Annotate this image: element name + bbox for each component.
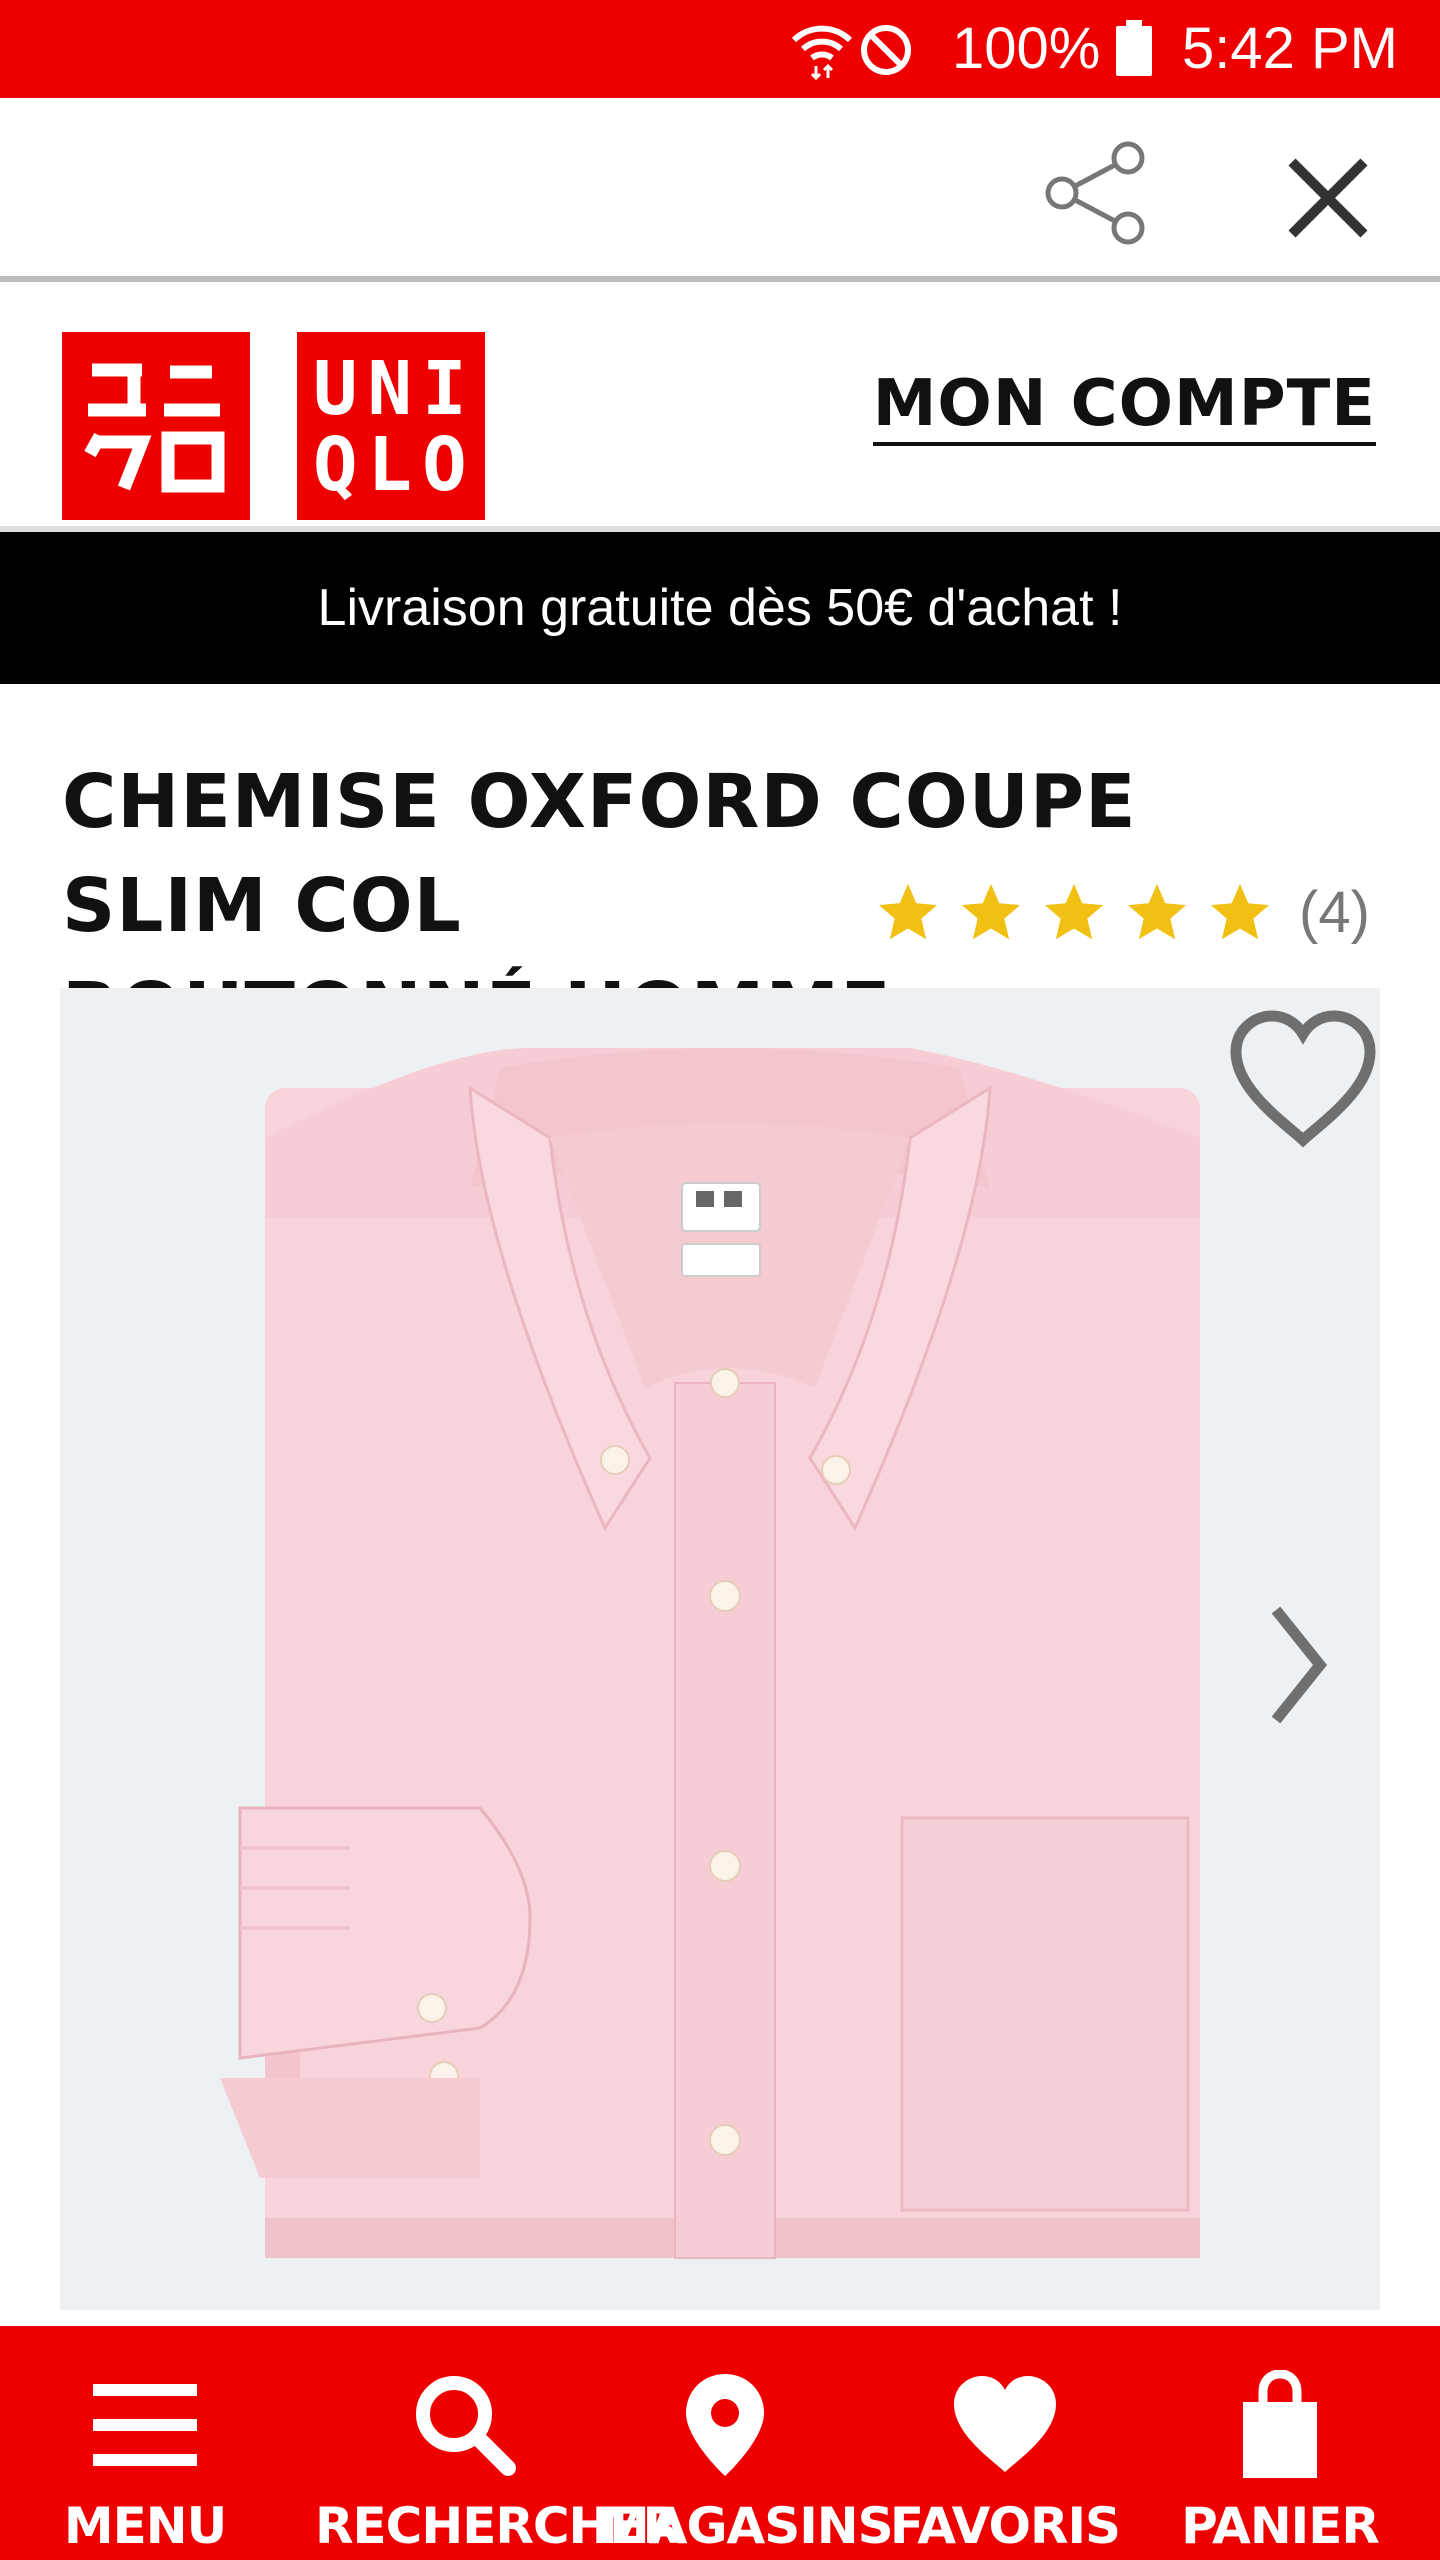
- nav-item-favorites[interactable]: FAVORIS: [880, 2326, 1130, 2560]
- battery-icon: [1116, 20, 1152, 76]
- star-icon: [878, 884, 938, 940]
- status-bar: 100% 5:42 PM: [0, 0, 1440, 98]
- pink-oxford-shirt-image: [220, 1048, 1200, 2259]
- browser-action-bar: [0, 98, 1440, 282]
- site-header: UNI QLO MON COMPTE: [0, 282, 1440, 532]
- nav-label-search: RECHERCHER: [315, 2497, 681, 2555]
- nav-item-stores[interactable]: MAGASINS: [600, 2326, 894, 2560]
- uniqlo-logo-katakana[interactable]: [62, 332, 250, 520]
- heart-icon: [954, 2376, 1056, 2472]
- nav-item-cart[interactable]: PANIER: [1155, 2326, 1405, 2560]
- bottom-navigation: MENU RECHERCHER MAGASINS FAVORIS PANIER: [0, 2326, 1440, 2560]
- share-icon[interactable]: [1040, 138, 1150, 248]
- uniqlo-logo[interactable]: UNI QLO: [297, 332, 485, 520]
- add-to-favorites-heart-icon[interactable]: [1226, 1006, 1380, 1150]
- star-icon: [1044, 884, 1104, 940]
- logo-line-2: QLO: [313, 422, 477, 508]
- katakana-logo-icon: [84, 363, 225, 493]
- close-icon[interactable]: [1278, 148, 1378, 248]
- wifi-icon: [791, 25, 853, 80]
- review-count[interactable]: (4): [1299, 879, 1370, 946]
- product-rating[interactable]: (4): [876, 870, 1370, 954]
- product-image[interactable]: [60, 988, 1380, 2310]
- nav-label-cart: PANIER: [1181, 2497, 1380, 2555]
- next-image-chevron-icon[interactable]: [1262, 1600, 1332, 1730]
- no-sim-icon: [861, 25, 911, 75]
- star-icon: [1127, 884, 1187, 940]
- search-icon: [416, 2376, 516, 2476]
- menu-icon: [93, 2384, 197, 2466]
- star-icon: [1210, 884, 1270, 940]
- shopping-bag-icon: [1243, 2370, 1317, 2478]
- battery-percentage: 100%: [952, 16, 1101, 81]
- logo-line-1: UNI: [313, 346, 477, 432]
- nav-label-favorites: FAVORIS: [889, 2497, 1121, 2555]
- star-icon: [961, 884, 1021, 940]
- nav-item-search[interactable]: RECHERCHER: [315, 2326, 681, 2560]
- nav-item-menu[interactable]: MENU: [20, 2326, 270, 2560]
- free-shipping-banner[interactable]: Livraison gratuite dès 50€ d'achat !: [0, 532, 1440, 684]
- my-account-link[interactable]: MON COMPTE: [872, 366, 1376, 446]
- location-pin-icon: [686, 2374, 764, 2476]
- nav-label-stores: MAGASINS: [600, 2497, 894, 2555]
- clock: 5:42 PM: [1182, 16, 1398, 81]
- nav-label-menu: MENU: [63, 2497, 227, 2555]
